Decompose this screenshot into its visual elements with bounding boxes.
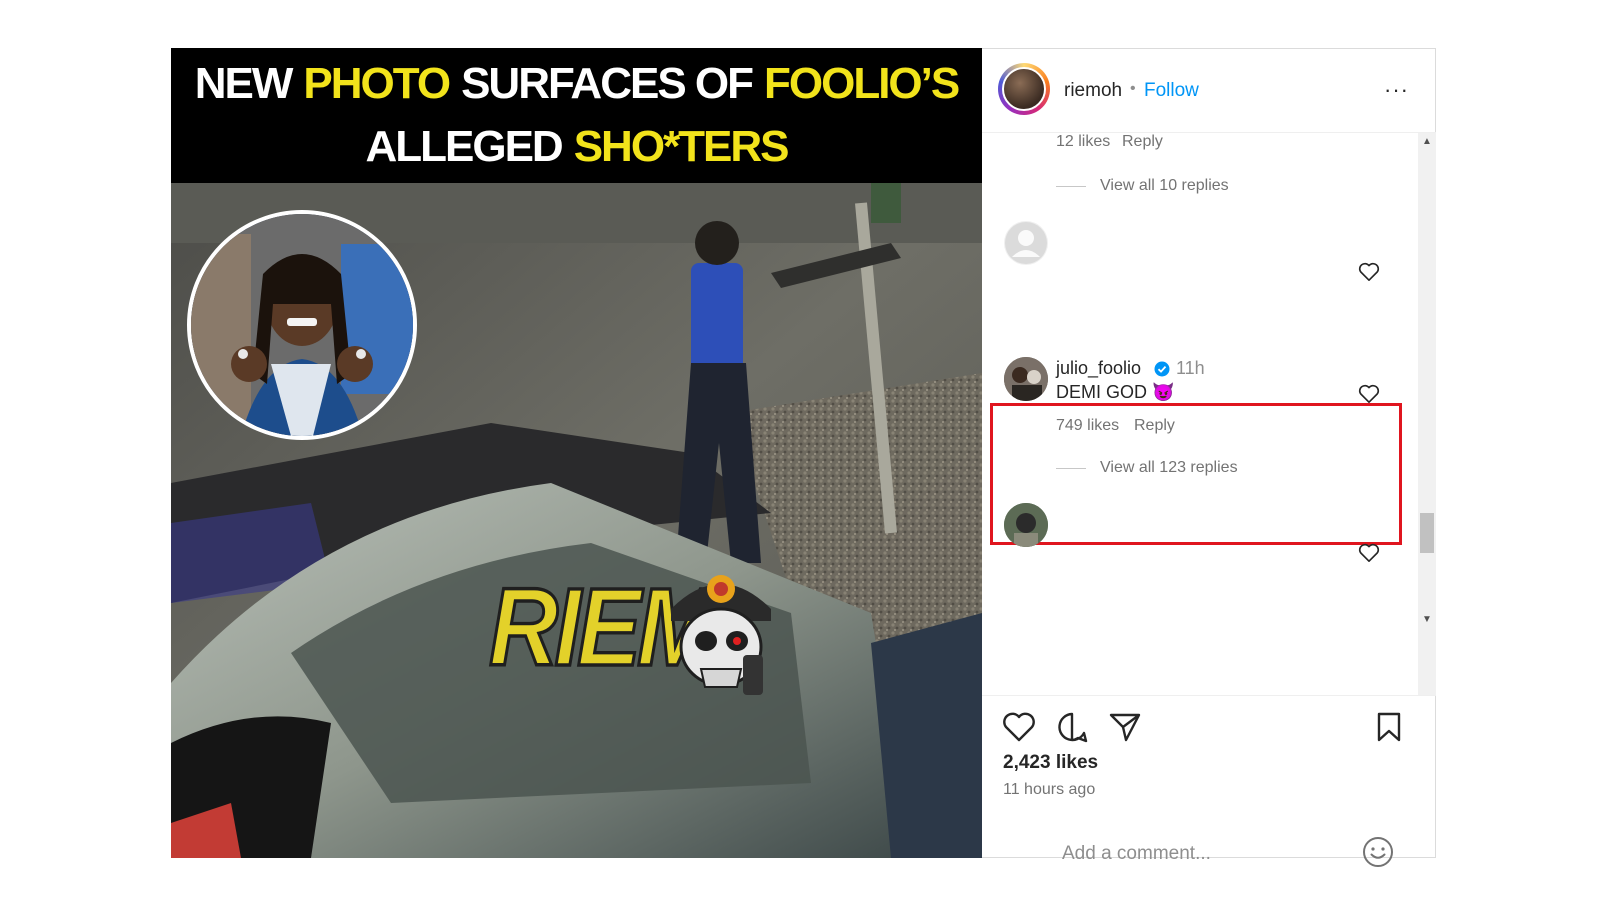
bookmark-icon[interactable]: [1372, 710, 1406, 744]
headline-line-1: NEW PHOTO SURFACES OF FOOLIO’S: [189, 53, 964, 115]
post-header: riemoh • Follow ···: [982, 49, 1436, 133]
headline-line-2: ALLEGED SHO*TERS: [359, 116, 793, 178]
comment-like-heart-icon[interactable]: [1358, 543, 1380, 563]
comments-scrollbar[interactable]: ▲ ▼: [1418, 133, 1436, 695]
portrait-illustration: [191, 214, 413, 436]
like-heart-icon[interactable]: [1002, 710, 1036, 744]
headline-word: SHO*TERS: [573, 121, 790, 171]
default-avatar-icon: [1005, 222, 1047, 264]
commenter-avatar[interactable]: [1004, 503, 1048, 547]
headline-word: SURFACES OF: [461, 59, 754, 109]
emoji-icon[interactable]: [1361, 835, 1395, 869]
headline-word: FOOLIO’S: [764, 59, 960, 109]
post-actions: 2,423 likes 11 hours ago: [982, 695, 1436, 868]
comments-list[interactable]: 12 likes Reply View all 10 replies julio…: [982, 133, 1436, 695]
scrollbar-thumb[interactable]: [1420, 513, 1434, 553]
follow-button[interactable]: Follow: [1144, 80, 1199, 102]
view-replies-link[interactable]: View all 123 replies: [1100, 459, 1238, 477]
author-username[interactable]: riemoh: [1064, 80, 1122, 102]
view-replies-link[interactable]: View all 10 replies: [1100, 177, 1229, 195]
post-timestamp[interactable]: 11 hours ago: [1003, 781, 1095, 799]
scroll-up-arrow-icon[interactable]: ▲: [1422, 137, 1432, 147]
scroll-down-arrow-icon[interactable]: ▼: [1422, 615, 1432, 625]
riemoh-watermark: RIEM: [488, 553, 829, 713]
comment-likes[interactable]: 749 likes: [1056, 417, 1119, 435]
comment-text: DEMI GOD 😈: [1056, 382, 1175, 402]
share-icon[interactable]: [1108, 710, 1142, 744]
skull-mascot-icon: [671, 575, 771, 695]
author-avatar[interactable]: [998, 63, 1050, 115]
headline-word: NEW: [194, 59, 294, 109]
comment-like-heart-icon[interactable]: [1358, 384, 1380, 404]
comment-likes[interactable]: 12 likes: [1056, 133, 1110, 151]
verified-badge-icon: [1154, 361, 1170, 377]
comment-like-heart-icon[interactable]: [1358, 262, 1380, 282]
comment-reply-button[interactable]: Reply: [1134, 417, 1175, 435]
post-likes-count[interactable]: 2,423 likes: [1003, 752, 1098, 774]
headline-word: ALLEGED: [365, 121, 563, 171]
separator-dot: •: [1130, 80, 1136, 97]
replies-divider: [1056, 186, 1086, 187]
comment-reply-button[interactable]: Reply: [1122, 133, 1163, 151]
comment-username[interactable]: julio_foolio: [1056, 358, 1141, 379]
foolio-portrait: [187, 210, 417, 440]
headline-banner: NEW PHOTO SURFACES OF FOOLIO’S ALLEGED SHO*T…: [171, 48, 982, 183]
headline-word: PHOTO: [303, 59, 451, 109]
julio-avatar-image: [1004, 357, 1048, 401]
comment-icon[interactable]: [1055, 710, 1089, 744]
post-sidebar: riemoh • Follow ··· 12 likes Reply View …: [982, 48, 1436, 868]
replies-divider: [1056, 468, 1086, 469]
commenter-avatar[interactable]: [1004, 221, 1048, 265]
post-image[interactable]: NEW PHOTO SURFACES OF FOOLIO’S ALLEGED SHO*T…: [171, 48, 982, 858]
julio-foolio-avatar[interactable]: [1004, 357, 1048, 401]
commenter-avatar-image: [1004, 503, 1048, 547]
author-avatar-image: [1002, 67, 1046, 111]
add-comment-input[interactable]: [1062, 840, 1352, 868]
more-options-icon[interactable]: ···: [1384, 77, 1409, 103]
comment-timestamp[interactable]: 11h: [1176, 358, 1205, 379]
